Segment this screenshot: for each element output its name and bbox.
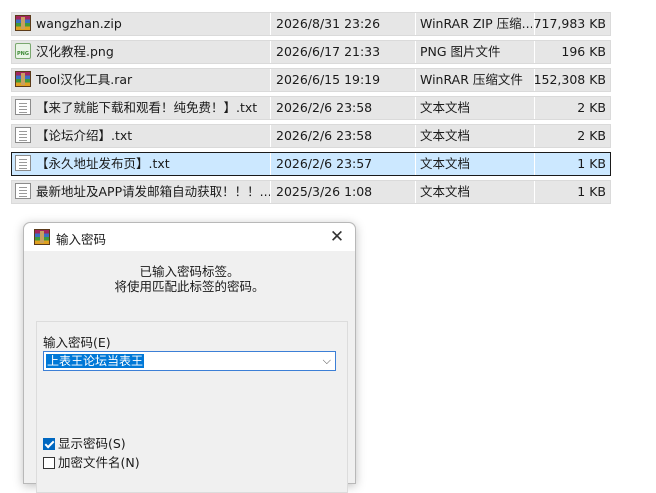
password-label: 输入密码(E) xyxy=(43,335,111,350)
file-type: 文本文档 xyxy=(420,184,471,199)
column-separator xyxy=(415,153,416,175)
file-date: 2025/3/26 1:08 xyxy=(276,184,373,199)
column-separator xyxy=(270,41,271,63)
password-group: 输入密码(E) 上表王论坛当表王 ⌵ 显示密码(S) 加密文件名(N) xyxy=(36,321,348,493)
show-password-label: 显示密码(S) xyxy=(58,436,126,451)
file-row[interactable]: wangzhan.zip 2026/8/31 23:26 WinRAR ZIP … xyxy=(11,12,611,36)
file-type: WinRAR 压缩文件 xyxy=(420,72,523,87)
encrypt-filenames-label: 加密文件名(N) xyxy=(58,455,140,470)
encrypt-filenames-option[interactable]: 加密文件名(N) xyxy=(43,456,140,470)
file-row[interactable]: 【论坛介绍】.txt 2026/2/6 23:58 文本文档 2 KB xyxy=(11,124,611,148)
file-size: 1 KB xyxy=(577,156,606,171)
file-name: 【来了就能下载和观看！纯免费！】.txt xyxy=(36,100,258,115)
column-separator xyxy=(415,41,416,63)
column-separator xyxy=(270,69,271,91)
file-date: 2026/6/17 21:33 xyxy=(276,44,381,59)
password-combobox[interactable]: 上表王论坛当表王 ⌵ xyxy=(43,351,336,371)
dialog-title: 输入密码 xyxy=(56,232,107,247)
file-name-cell: wangzhan.zip xyxy=(15,13,270,35)
column-separator xyxy=(270,181,271,203)
file-name-cell: 最新地址及APP请发邮箱自动获取！！！.... xyxy=(15,181,270,203)
column-separator xyxy=(270,125,271,147)
file-name: 最新地址及APP请发邮箱自动获取！！！.... xyxy=(36,184,270,199)
file-size: 152,308 KB xyxy=(533,72,606,87)
file-name-cell: Tool汉化工具.rar xyxy=(15,69,270,91)
file-date: 2026/8/31 23:26 xyxy=(276,16,381,31)
file-type: 文本文档 xyxy=(420,156,471,171)
show-password-checkbox[interactable] xyxy=(43,438,55,450)
file-name-cell: 【永久地址发布页】.txt xyxy=(15,153,270,175)
file-date: 2026/2/6 23:58 xyxy=(276,128,373,143)
column-separator xyxy=(415,181,416,203)
chevron-down-icon[interactable]: ⌵ xyxy=(323,352,331,370)
file-row[interactable]: 【永久地址发布页】.txt 2026/2/6 23:57 文本文档 1 KB xyxy=(11,152,611,176)
rar-archive-icon xyxy=(15,71,31,87)
column-separator xyxy=(270,153,271,175)
file-size: 1 KB xyxy=(577,184,606,199)
file-row[interactable]: 汉化教程.png 2026/6/17 21:33 PNG 图片文件 196 KB xyxy=(11,40,611,64)
column-separator xyxy=(270,13,271,35)
file-list: wangzhan.zip 2026/8/31 23:26 WinRAR ZIP … xyxy=(11,12,611,208)
file-name: 【论坛介绍】.txt xyxy=(36,128,133,143)
file-name-cell: 汉化教程.png xyxy=(15,41,270,63)
column-separator xyxy=(415,69,416,91)
file-size: 196 KB xyxy=(561,44,606,59)
file-date: 2026/2/6 23:57 xyxy=(276,156,373,171)
dialog-message: 已输入密码标签。 将使用匹配此标签的密码。 xyxy=(24,264,355,294)
text-file-icon xyxy=(15,155,31,171)
close-button[interactable]: ✕ xyxy=(319,223,355,251)
column-separator xyxy=(415,125,416,147)
file-type: 文本文档 xyxy=(420,100,471,115)
file-row[interactable]: 最新地址及APP请发邮箱自动获取！！！.... 2025/3/26 1:08 文… xyxy=(11,180,611,204)
file-size: 2 KB xyxy=(577,128,606,143)
file-row[interactable]: Tool汉化工具.rar 2026/6/15 19:19 WinRAR 压缩文件… xyxy=(11,68,611,92)
file-name-cell: 【论坛介绍】.txt xyxy=(15,125,270,147)
password-input[interactable]: 上表王论坛当表王 xyxy=(46,354,145,368)
text-file-icon xyxy=(15,183,31,199)
file-date: 2026/6/15 19:19 xyxy=(276,72,381,87)
file-name: 【永久地址发布页】.txt xyxy=(36,156,170,171)
file-type: 文本文档 xyxy=(420,128,471,143)
encrypt-filenames-checkbox[interactable] xyxy=(43,457,55,469)
rar-archive-icon xyxy=(15,15,31,31)
column-separator xyxy=(415,97,416,119)
message-line-1: 已输入密码标签。 xyxy=(139,264,240,279)
file-size: 2 KB xyxy=(577,100,606,115)
column-separator xyxy=(270,97,271,119)
file-name: Tool汉化工具.rar xyxy=(36,72,133,87)
file-name-cell: 【来了就能下载和观看！纯免费！】.txt xyxy=(15,97,270,119)
file-type: PNG 图片文件 xyxy=(420,44,501,59)
file-name: 汉化教程.png xyxy=(36,44,114,59)
message-line-2: 将使用匹配此标签的密码。 xyxy=(114,279,265,294)
password-dialog: 输入密码 ✕ 已输入密码标签。 将使用匹配此标签的密码。 输入密码(E) 上表王… xyxy=(23,222,356,493)
file-date: 2026/2/6 23:58 xyxy=(276,100,373,115)
file-size: 717,983 KB xyxy=(533,16,606,31)
file-row[interactable]: 【来了就能下载和观看！纯免费！】.txt 2026/2/6 23:58 文本文档… xyxy=(11,96,611,120)
dialog-titlebar[interactable]: 输入密码 ✕ xyxy=(24,223,355,251)
show-password-option[interactable]: 显示密码(S) xyxy=(43,437,126,451)
file-name: wangzhan.zip xyxy=(36,16,122,31)
winrar-icon xyxy=(34,229,50,245)
column-separator xyxy=(415,13,416,35)
text-file-icon xyxy=(15,127,31,143)
file-type: WinRAR ZIP 压缩... xyxy=(420,16,532,31)
png-file-icon xyxy=(15,43,31,59)
text-file-icon xyxy=(15,99,31,115)
